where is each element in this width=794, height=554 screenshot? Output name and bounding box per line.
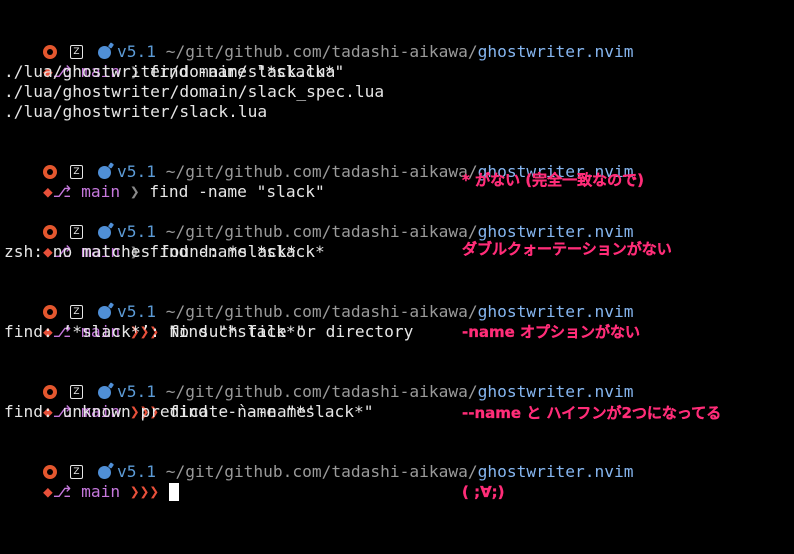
annotation-note: * がない (完全一致なので) (462, 171, 645, 189)
output-line: ./lua/ghostwriter/domain/slack.lua (4, 62, 336, 81)
output-line: find: ‘*slack*’: No such file or directo… (4, 322, 414, 341)
command-line-active[interactable]: ◆⎇ main ❯❯❯ (4, 462, 794, 501)
annotation-note: ダブルクォーテーションがない (462, 240, 672, 258)
prompt-header: Zv5.1 ~/git/github.com/tadashi-aikawa/gh… (4, 442, 794, 481)
prompt-header: Zv5.1 ~/git/github.com/tadashi-aikawa/gh… (4, 282, 794, 321)
prompt-chevron: ❯ (129, 182, 140, 201)
annotation-note: -name オプションがない (462, 323, 641, 341)
command-line: ◆⎇ main ❯ find -name "*slack*" (4, 42, 794, 81)
git-marker-icon: ◆ (42, 182, 53, 201)
prompt-header: Zv5.1 ~/git/github.com/tadashi-aikawa/gh… (4, 142, 794, 181)
command-line: ◆⎇ main ❯❯❯ find --name "*slack*" (4, 382, 794, 421)
prompt-chevron-error: ❯❯❯ (129, 482, 160, 501)
prompt-header: Zv5.1 ~/git/github.com/tadashi-aikawa/gh… (4, 362, 794, 401)
command-line: ◆⎇ main ❯ find -name *slack* (4, 222, 794, 261)
git-marker-icon: ◆ (42, 482, 53, 501)
branch-icon: ⎇ (52, 482, 72, 501)
output-line: ./lua/ghostwriter/slack.lua (4, 102, 268, 121)
prompt-header: Zv5.1 ~/git/github.com/tadashi-aikawa/gh… (4, 202, 794, 241)
annotation-note: ( ;∀;) (462, 483, 505, 501)
output-line: ./lua/ghostwriter/domain/slack_spec.lua (4, 82, 385, 101)
branch-icon: ⎇ (52, 182, 72, 201)
command-line: ◆⎇ main ❯ find -name "slack" (4, 162, 794, 201)
output-line: zsh: no matches found: *slack* (4, 242, 297, 261)
branch-name: main (81, 182, 121, 201)
command-text: find -name "slack" (149, 182, 325, 201)
prompt-header: Zv5.1 ~/git/github.com/tadashi-aikawa/gh… (4, 22, 794, 61)
branch-name: main (81, 482, 121, 501)
command-line: ◆⎇ main ❯❯❯ find "*slack*" (4, 302, 794, 341)
annotation-note: --name と ハイフンが2つになってる (462, 404, 722, 422)
text-cursor[interactable] (168, 482, 179, 501)
